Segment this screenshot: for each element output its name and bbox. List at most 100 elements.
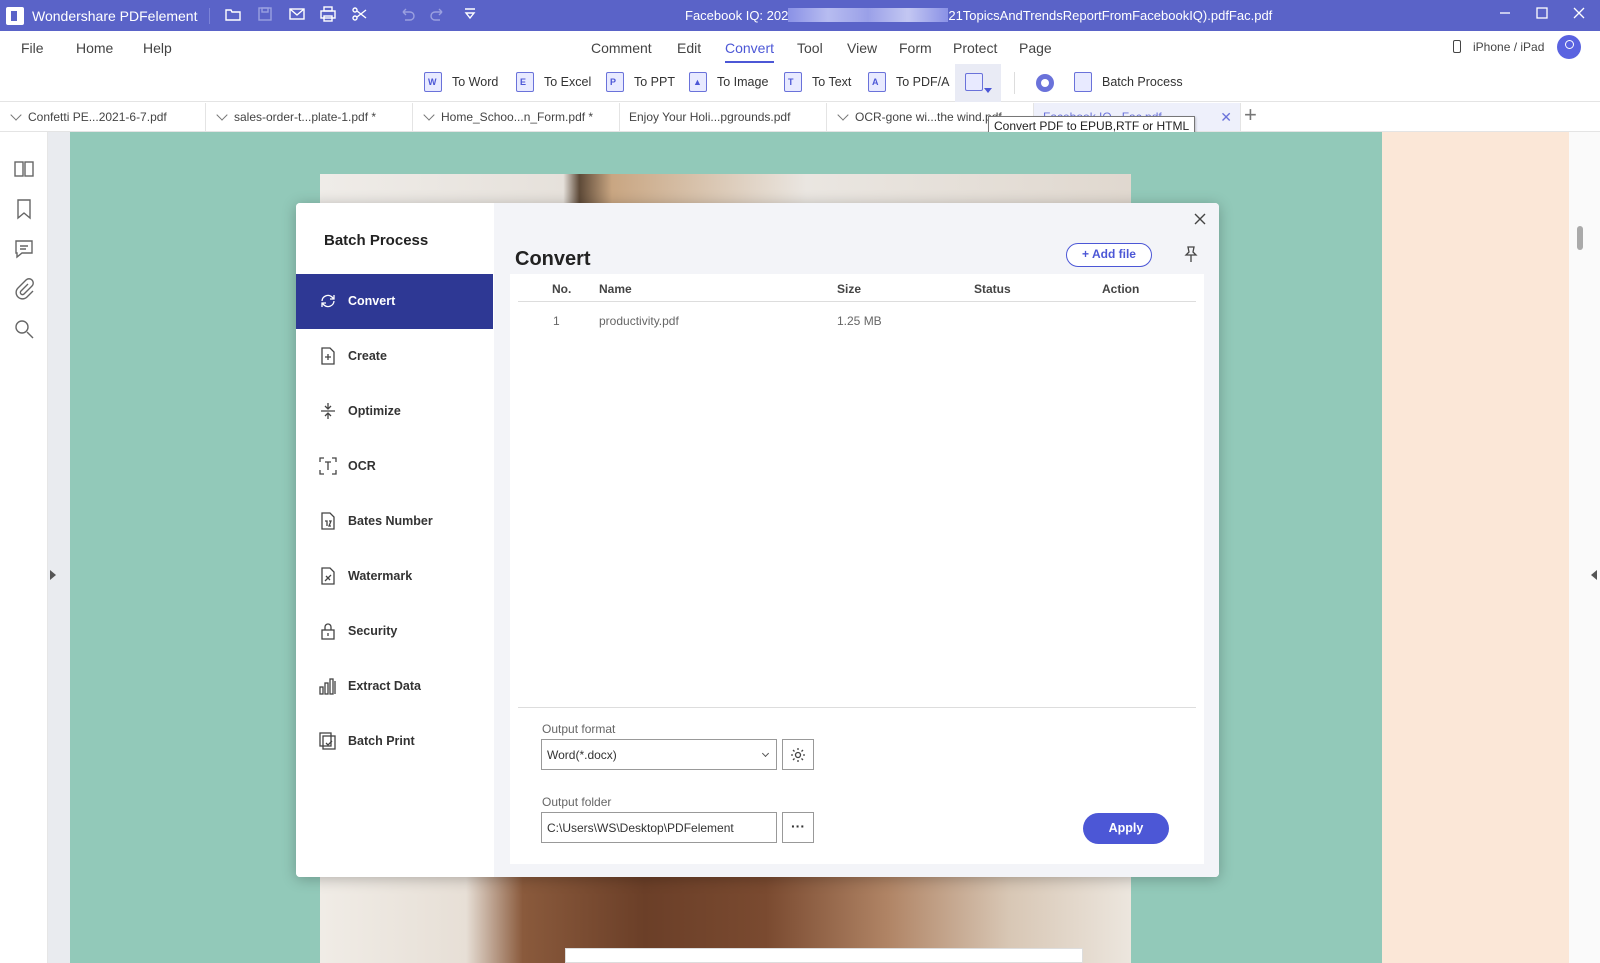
tab-document[interactable]: Confetti PE...2021-6-7.pdf — [0, 103, 206, 131]
redacted-title-segment — [788, 8, 949, 22]
nav-optimize[interactable]: Optimize — [296, 384, 493, 439]
chevron-down-icon — [837, 109, 849, 121]
menu-help[interactable]: Help — [143, 40, 172, 56]
browse-folder-button[interactable]: ··· — [782, 812, 814, 843]
apply-button[interactable]: Apply — [1083, 813, 1169, 844]
nav-security[interactable]: Security — [296, 604, 493, 659]
row-size: 1.25 MB — [837, 314, 882, 328]
attachment-icon[interactable] — [13, 278, 35, 300]
vertical-scrollbar[interactable] — [1569, 132, 1600, 963]
menu-view[interactable]: View — [847, 40, 877, 56]
menu-form[interactable]: Form — [899, 40, 932, 56]
title-bar: Wondershare PDFelement Facebook IQ: 202 2… — [0, 0, 1600, 31]
minimize-icon[interactable] — [1498, 6, 1516, 24]
image-icon: ▲ — [689, 72, 709, 92]
nav-batch-print[interactable]: Batch Print — [296, 714, 493, 769]
pdfa-icon: A — [868, 72, 888, 92]
column-status: Status — [974, 282, 1011, 296]
watermark-icon — [319, 567, 337, 585]
search-icon[interactable] — [13, 318, 35, 340]
format-settings-button[interactable] — [782, 739, 814, 770]
batch-process-icon — [1074, 72, 1094, 92]
user-avatar-icon[interactable] — [1557, 35, 1581, 59]
menu-comment[interactable]: Comment — [591, 40, 652, 56]
print-icon[interactable] — [319, 6, 337, 24]
dropdown-caret-icon — [984, 88, 992, 93]
menu-page[interactable]: Page — [1019, 40, 1052, 56]
to-pdfa-button[interactable]: A To PDF/A — [868, 72, 950, 96]
batch-process-button[interactable]: Batch Process — [1074, 72, 1183, 96]
toolbar-divider — [1014, 72, 1015, 94]
table-row[interactable]: 1 productivity.pdf 1.25 MB — [518, 306, 1196, 334]
to-image-button[interactable]: ▲ To Image — [689, 72, 768, 96]
save-icon[interactable] — [256, 6, 274, 24]
column-no: No. — [552, 282, 572, 296]
nav-extract-data[interactable]: Extract Data — [296, 659, 493, 714]
open-folder-icon[interactable] — [224, 6, 242, 24]
ocr-icon — [319, 457, 337, 475]
to-ppt-button[interactable]: P To PPT — [606, 72, 675, 96]
nav-bates-number[interactable]: Bates Number — [296, 494, 493, 549]
comment-icon[interactable] — [13, 238, 35, 260]
app-name: Wondershare PDFelement — [32, 8, 198, 24]
batch-process-dialog: Batch Process Convert Create Optimize OC… — [296, 203, 1219, 877]
output-folder-input[interactable]: C:\Users\WS\Desktop\PDFelement — [541, 812, 777, 843]
to-word-button[interactable]: W To Word — [424, 72, 498, 96]
undo-icon[interactable] — [398, 6, 416, 24]
ppt-icon: P — [606, 72, 626, 92]
menu-protect[interactable]: Protect — [953, 40, 997, 56]
nav-create[interactable]: Create — [296, 329, 493, 384]
tab-document[interactable]: Enjoy Your Holi...pgrounds.pdf — [620, 103, 827, 131]
close-window-icon[interactable] — [1572, 6, 1590, 24]
add-tab-icon[interactable]: + — [1244, 104, 1257, 126]
iphone-ipad-link[interactable]: iPhone / iPad — [1473, 40, 1544, 54]
redo-icon[interactable] — [429, 6, 447, 24]
page-navigation-toolbar[interactable] — [565, 948, 1083, 963]
dialog-title: Batch Process — [324, 232, 429, 249]
scissors-icon[interactable] — [350, 6, 368, 24]
tab-document[interactable]: sales-order-t...plate-1.pdf * — [206, 103, 413, 131]
menu-convert[interactable]: Convert — [725, 40, 775, 63]
nav-convert[interactable]: Convert — [296, 274, 493, 329]
to-text-button[interactable]: T To Text — [784, 72, 851, 96]
output-format-select[interactable]: Word(*.docx) — [541, 739, 777, 770]
lock-icon — [319, 622, 337, 640]
menu-home[interactable]: Home — [76, 40, 113, 56]
more-convert-options-button[interactable] — [955, 64, 1001, 102]
output-folder-label: Output folder — [542, 795, 612, 809]
close-dialog-icon[interactable] — [1193, 212, 1209, 228]
titlebar-divider — [209, 8, 210, 24]
add-file-button[interactable]: + Add file — [1066, 243, 1152, 267]
create-icon — [319, 347, 337, 365]
mail-icon[interactable] — [288, 6, 306, 24]
bookmark-icon[interactable] — [13, 198, 35, 220]
menu-file[interactable]: File — [21, 40, 44, 56]
pin-icon[interactable] — [1182, 245, 1200, 263]
scrollbar-thumb[interactable] — [1577, 226, 1583, 250]
menu-bar: File Home Help Comment Edit Convert Tool… — [0, 31, 1600, 64]
app-logo-icon — [6, 7, 24, 25]
right-panel-toggle-icon[interactable] — [1591, 570, 1597, 580]
panel-divider — [518, 707, 1196, 708]
nav-watermark[interactable]: Watermark — [296, 549, 493, 604]
convert-panel: Convert + Add file No. Name Size Status … — [494, 203, 1219, 877]
thumbnails-icon[interactable] — [13, 158, 35, 180]
nav-ocr[interactable]: OCR — [296, 439, 493, 494]
menu-edit[interactable]: Edit — [677, 40, 701, 56]
close-tab-icon[interactable]: ✕ — [1220, 109, 1232, 126]
menu-tool[interactable]: Tool — [797, 40, 823, 56]
left-panel-toggle-icon[interactable] — [50, 570, 56, 580]
maximize-icon[interactable] — [1535, 6, 1553, 24]
gear-icon — [791, 748, 805, 762]
column-name: Name — [599, 282, 632, 296]
ocr-hex-icon[interactable] — [1036, 74, 1054, 92]
ellipsis-icon: ··· — [791, 818, 805, 834]
tab-document[interactable]: Home_Schoo...n_Form.pdf * — [413, 103, 620, 131]
quick-access-dropdown-icon[interactable] — [461, 6, 479, 24]
chevron-down-icon — [10, 109, 22, 121]
output-format-label: Output format — [542, 722, 616, 736]
row-name: productivity.pdf — [599, 314, 679, 328]
phone-icon — [1453, 40, 1461, 53]
chevron-down-icon — [423, 109, 435, 121]
to-excel-button[interactable]: E To Excel — [516, 72, 591, 96]
